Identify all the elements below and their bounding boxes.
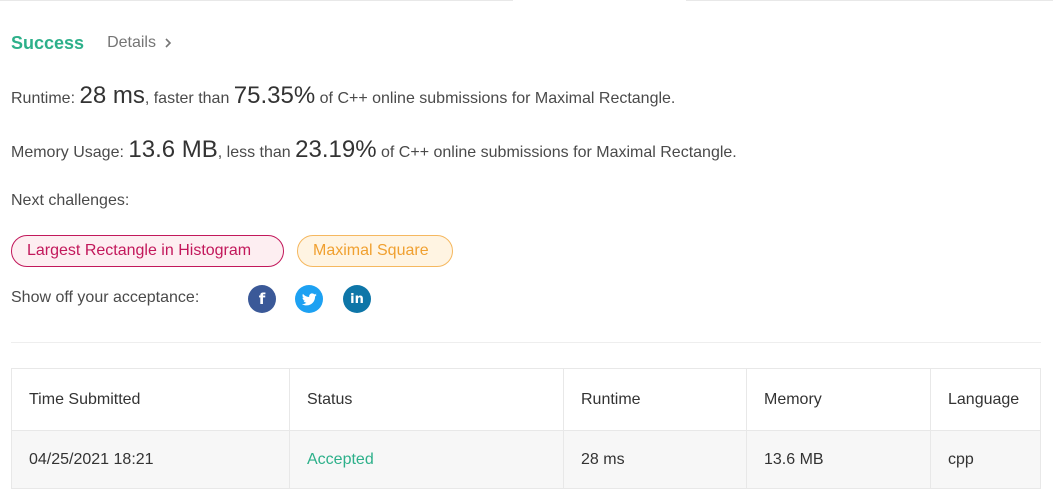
linkedin-glyph: in (350, 291, 364, 307)
memory-value: 13.6 MB (128, 136, 218, 163)
runtime-label: Runtime: (11, 90, 76, 107)
facebook-icon[interactable]: f (248, 285, 276, 313)
memory-label: Memory Usage: (11, 144, 124, 161)
memory-percent: 23.19% (295, 136, 377, 163)
header-status: Status (290, 369, 564, 430)
twitter-icon[interactable] (295, 285, 323, 313)
header-time-submitted: Time Submitted (12, 369, 290, 430)
cell-language: cpp (948, 450, 974, 468)
runtime-value: 28 ms (79, 82, 145, 109)
twitter-bird-icon (301, 292, 317, 305)
runtime-summary: Runtime: 28 ms, faster than 75.35% of C+… (11, 82, 675, 110)
memory-mid: , less than (217, 144, 291, 161)
accepted-link[interactable]: Accepted (307, 451, 374, 469)
top-border-left (0, 0, 513, 1)
runtime-suffix: of C++ online submissions for Maximal Re… (319, 90, 676, 107)
challenge-chip-largest-rectangle[interactable]: Largest Rectangle in Histogram (11, 235, 284, 267)
chevron-right-icon (164, 37, 172, 49)
cell-memory: 13.6 MB (747, 431, 931, 488)
runtime-percent: 75.35% (233, 82, 316, 109)
table-row: 04/25/2021 18:21 Accepted 28 ms 13.6 MB … (12, 430, 1040, 488)
header-memory: Memory (747, 369, 931, 430)
submissions-table: Time Submitted Status Runtime Memory Lan… (11, 368, 1041, 489)
cell-runtime: 28 ms (564, 431, 747, 488)
result-header: Success Details (11, 31, 172, 55)
result-status: Success (11, 32, 85, 53)
top-border-right (686, 0, 1053, 1)
share-label: Show off your acceptance: (11, 289, 200, 306)
challenge-chip-maximal-square[interactable]: Maximal Square (297, 235, 453, 267)
cell-time-submitted: 04/25/2021 18:21 (12, 431, 290, 488)
header-runtime: Runtime (564, 369, 747, 430)
memory-suffix: of C++ online submissions for Maximal Re… (381, 144, 737, 161)
header-language: Language (948, 390, 1020, 408)
memory-summary: Memory Usage: 13.6 MB, less than 23.19% … (11, 136, 737, 164)
details-link[interactable]: Details (107, 34, 172, 52)
cell-status: Accepted (290, 431, 564, 488)
table-header-row: Time Submitted Status Runtime Memory Lan… (12, 369, 1040, 430)
details-label: Details (107, 34, 156, 51)
next-challenges-label: Next challenges: (11, 192, 130, 209)
facebook-glyph: f (258, 290, 266, 308)
section-divider (11, 342, 1041, 343)
runtime-mid: , faster than (144, 90, 230, 107)
linkedin-icon[interactable]: in (343, 285, 371, 313)
